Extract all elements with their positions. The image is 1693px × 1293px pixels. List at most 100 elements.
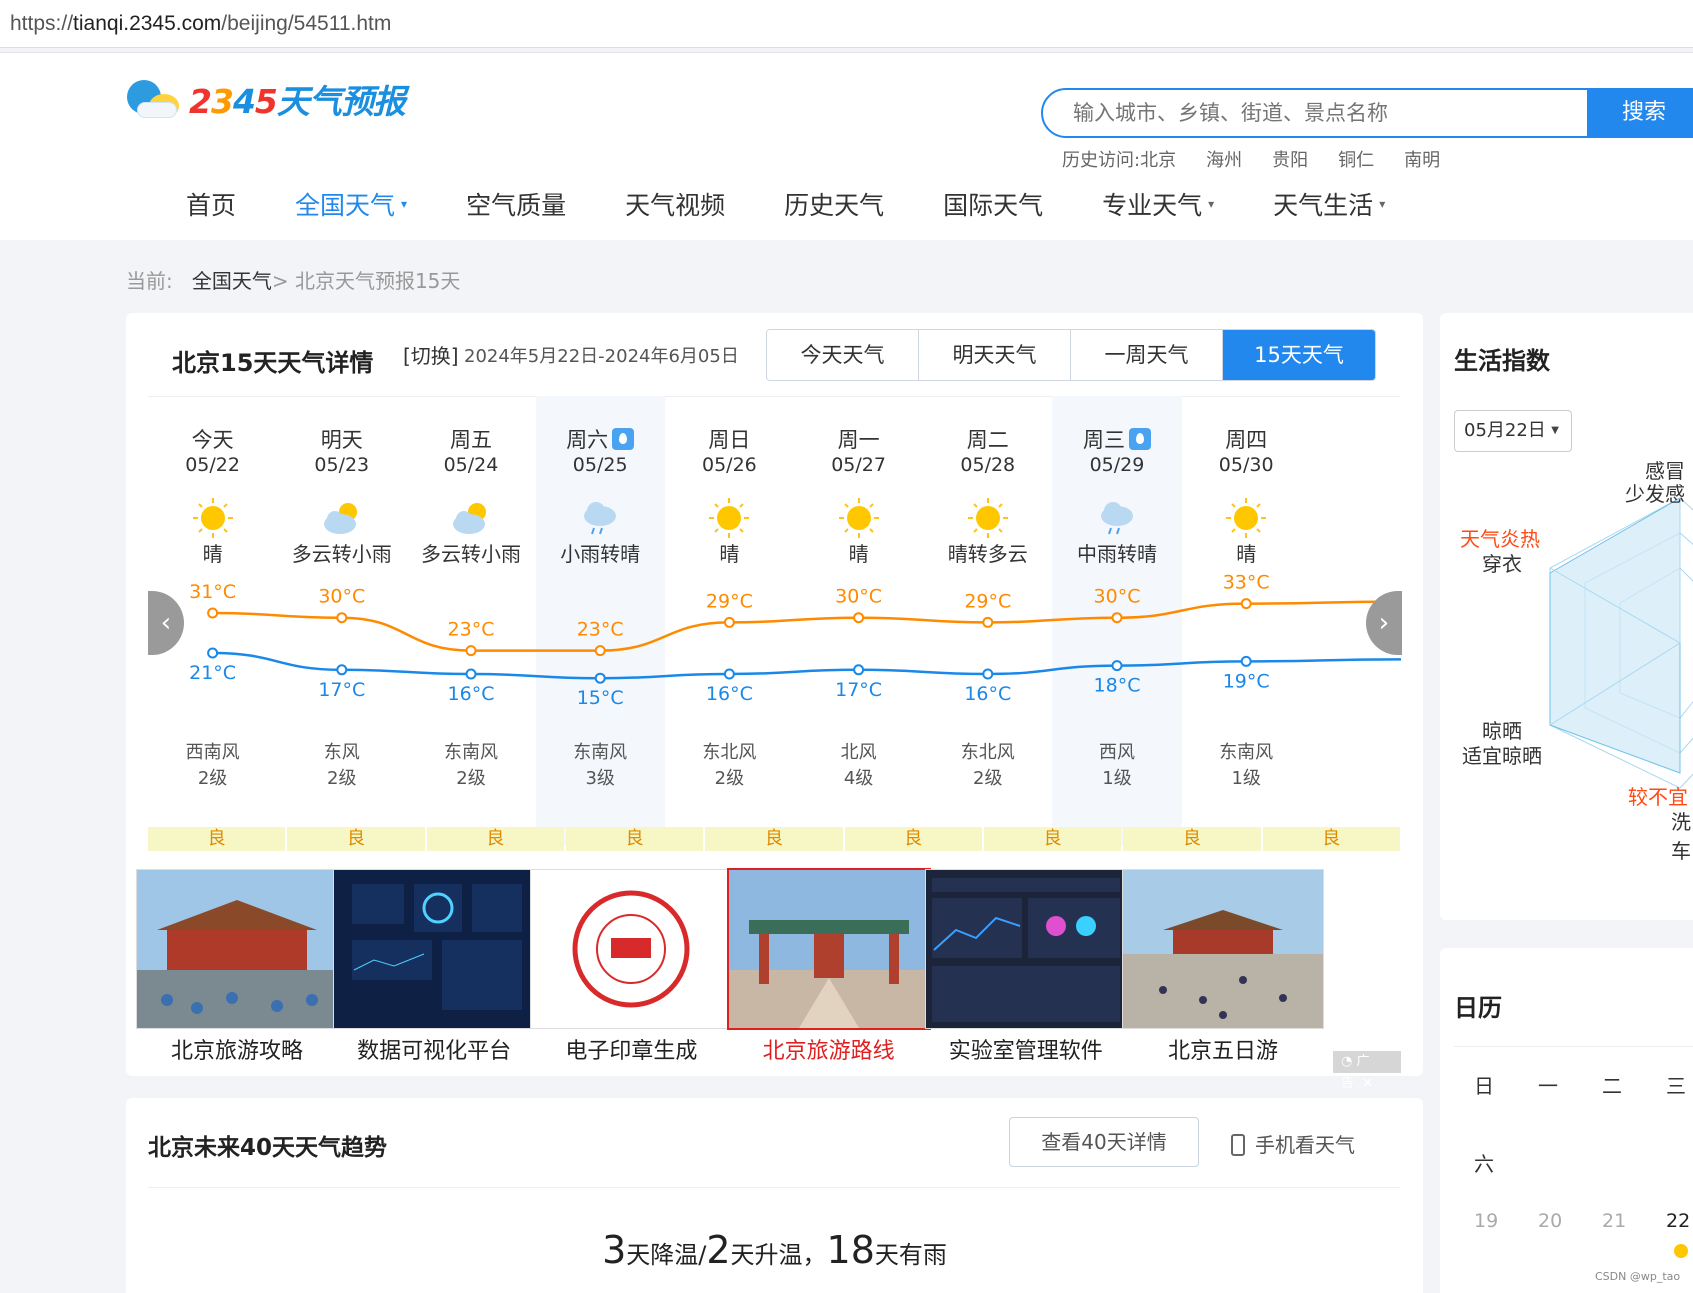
ad-caption[interactable]: 电子印章生成 <box>531 1033 731 1065</box>
nav-history-weather[interactable]: 历史天气 <box>784 186 884 222</box>
ad-image[interactable] <box>333 869 536 1029</box>
search-input[interactable] <box>1073 98 1573 128</box>
ad-card[interactable]: 实验室管理软件 <box>924 869 1127 1064</box>
calendar-day-today[interactable]: 22 <box>1666 1210 1690 1232</box>
ad-image[interactable] <box>530 869 733 1029</box>
nav-air-quality[interactable]: 空气质量 <box>466 186 566 222</box>
history-link[interactable]: 海州 <box>1206 146 1242 172</box>
breadcrumb-prefix: 当前: <box>126 269 173 293</box>
day-date: 05/27 <box>831 454 886 476</box>
day-weekday: 周四 <box>1225 428 1268 452</box>
rain-cloud-icon <box>578 496 622 540</box>
history-link[interactable]: 贵阳 <box>1272 146 1308 172</box>
ad-image[interactable] <box>726 868 931 1030</box>
forecast-title: 北京15天天气详情 <box>172 349 374 377</box>
forecast-day-column[interactable]: 周五 05/24 多云转小雨 东南风 2级 <box>406 396 535 846</box>
day-condition: 中雨转晴 <box>1076 542 1157 566</box>
url-text[interactable]: https://tianqi.2345.com/beijing/54511.ht… <box>10 12 391 36</box>
forecast-day-column[interactable]: 周六 05/25 小雨转晴 东南风 3级 <box>535 396 665 846</box>
ad-caption[interactable]: 实验室管理软件 <box>926 1033 1126 1065</box>
day-date: 05/22 <box>185 454 240 476</box>
sun-icon <box>837 496 881 540</box>
ad-image[interactable] <box>1122 869 1324 1029</box>
day-condition: 晴 <box>1236 542 1257 566</box>
ad-tag[interactable]: ◔ 广告 ✕ <box>1333 1051 1401 1091</box>
day-wind-level: 2级 <box>197 768 228 789</box>
calendar-day[interactable]: 19 <box>1474 1210 1498 1232</box>
forecast-day-column[interactable]: 明天 05/23 多云转小雨 东风 2级 <box>277 396 406 846</box>
rain-drop-icon <box>1128 428 1151 450</box>
day-condition: 晴 <box>202 542 223 566</box>
ad-caption[interactable]: 北京旅游攻略 <box>137 1033 337 1065</box>
day-condition: 多云转小雨 <box>420 542 521 566</box>
tab-today[interactable]: 今天天气 <box>767 330 919 380</box>
day-weekday: 今天 <box>191 428 234 452</box>
day-condition: 小雨转晴 <box>560 542 641 566</box>
day-date: 05/24 <box>443 454 499 476</box>
forecast-day-column[interactable]: 周三 05/29 中雨转晴 西风 1级 <box>1052 396 1182 846</box>
day-wind-direction: 东风 <box>323 742 360 763</box>
history-link[interactable]: 北京 <box>1140 146 1176 172</box>
forecast-day-column[interactable]: 周日 05/26 晴东北风 2级 <box>665 396 794 846</box>
browser-url-bar[interactable]: https://tianqi.2345.com/beijing/54511.ht… <box>0 0 1693 48</box>
rain-cloud-icon <box>1095 496 1139 540</box>
aqi-badge: 良 <box>1262 827 1400 851</box>
view-40days-button[interactable]: 查看40天详情 <box>1009 1117 1199 1167</box>
day-wind-direction: 西风 <box>1098 742 1135 763</box>
day-weekday: 周六 <box>536 424 665 454</box>
weekday-header: 一 <box>1538 1074 1558 1098</box>
nav-international-weather[interactable]: 国际天气 <box>943 186 1043 222</box>
mobile-weather-link[interactable]: 手机看天气 <box>1231 1129 1355 1158</box>
ad-close-icon[interactable]: ✕ <box>1362 1076 1373 1091</box>
day-wind-level: 2级 <box>973 768 1003 789</box>
calendar-day[interactable]: 20 <box>1538 1210 1562 1232</box>
search-button[interactable]: 搜索 <box>1587 88 1693 138</box>
nav-home[interactable]: 首页 <box>186 186 236 222</box>
day-wind-level: 2级 <box>327 768 357 789</box>
ad-card[interactable]: 北京旅游路线 <box>726 868 931 1064</box>
history-visits: 历史访问: 北京 海州 贵阳 铜仁 南明 <box>1062 146 1470 172</box>
ad-card[interactable]: 北京旅游攻略 <box>136 869 338 1064</box>
tab-tomorrow[interactable]: 明天天气 <box>919 330 1071 380</box>
tab-week[interactable]: 一周天气 <box>1071 330 1223 380</box>
nav-weather-life[interactable]: 天气生活 ▾ <box>1273 186 1385 222</box>
forecast-tabs: 今天天气 明天天气 一周天气 15天天气 <box>766 329 1376 381</box>
ad-caption[interactable]: 北京旅游路线 <box>729 1033 929 1065</box>
day-condition: 晴转多云 <box>947 542 1028 566</box>
calendar-panel: 日历 日 一 二 三 六 19 20 21 22 <box>1440 948 1693 1293</box>
phone-icon <box>1231 1133 1245 1156</box>
breadcrumb: 当前: 全国天气> 北京天气预报15天 <box>126 269 461 293</box>
ad-card[interactable]: 北京五日游 <box>1122 869 1324 1064</box>
history-link[interactable]: 南明 <box>1404 146 1440 172</box>
nav-professional-weather[interactable]: 专业天气 ▾ <box>1102 186 1214 222</box>
day-wind-direction: 北风 <box>840 742 877 763</box>
forecast-card: 北京15天天气详情 [切换] 2024年5月22日-2024年6月05日 今天天… <box>126 313 1423 1091</box>
history-link[interactable]: 铜仁 <box>1338 146 1374 172</box>
day-wind-direction: 东南风 <box>1219 742 1274 763</box>
weekday-header: 二 <box>1602 1074 1622 1098</box>
ad-image[interactable] <box>924 869 1127 1029</box>
forecast-day-column[interactable]: 周一 05/27 晴北风 4级 <box>794 396 923 846</box>
ad-caption[interactable]: 数据可视化平台 <box>334 1033 534 1065</box>
trend-card: 北京未来40天天气趋势 查看40天详情 手机看天气 3天降温/2天升温，18天有… <box>126 1098 1423 1293</box>
aqi-badge: 良 <box>844 827 982 851</box>
nav-national-weather[interactable]: 全国天气 ▾ <box>295 186 407 222</box>
aqi-badge: 良 <box>426 827 564 851</box>
tab-15days[interactable]: 15天天气 <box>1223 330 1375 380</box>
ad-image[interactable] <box>136 869 338 1029</box>
next-arrow-icon[interactable]: › <box>1366 591 1402 655</box>
site-logo[interactable]: 2345天气预报 <box>125 73 406 125</box>
ad-caption[interactable]: 北京五日游 <box>1123 1033 1323 1065</box>
aqi-badge: 良 <box>1123 827 1261 851</box>
nav-weather-video[interactable]: 天气视频 <box>625 186 725 222</box>
calendar-day[interactable]: 21 <box>1602 1210 1626 1232</box>
forecast-day-column[interactable]: 周二 05/28 晴转多云 东北风 2级 <box>923 396 1052 846</box>
forecast-day-column[interactable]: 周四 05/30 晴东南风 1级 <box>1182 396 1311 846</box>
calendar-title: 日历 <box>1454 994 1502 1022</box>
switch-city-link[interactable]: [切换] <box>403 340 459 369</box>
watermark: CSDN @wp_tao <box>1595 1270 1681 1283</box>
ad-card[interactable]: 电子印章生成 <box>530 869 733 1064</box>
ad-card[interactable]: 数据可视化平台 <box>333 869 536 1064</box>
breadcrumb-link[interactable]: 全国天气 <box>192 269 272 293</box>
aqi-badge: 良 <box>287 827 425 851</box>
